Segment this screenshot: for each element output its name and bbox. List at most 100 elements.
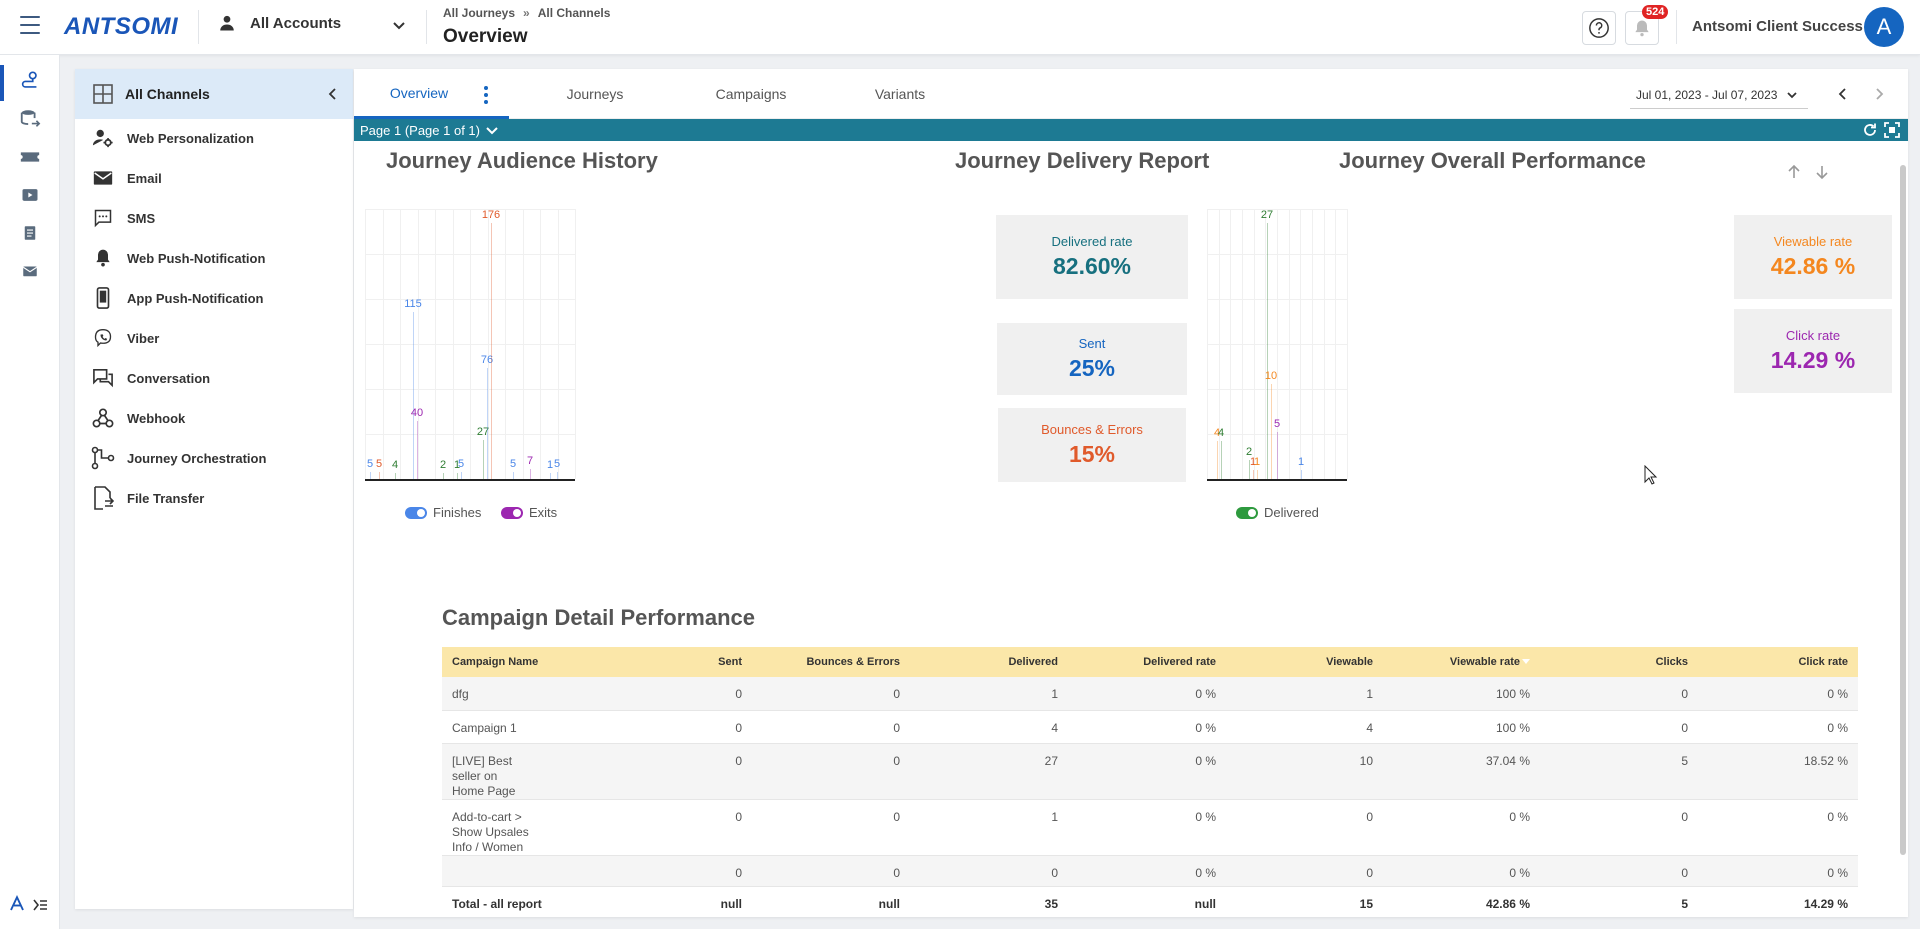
chart-bar[interactable]	[1277, 431, 1278, 479]
user-name[interactable]: Antsomi Client Success	[1692, 18, 1863, 35]
avatar[interactable]: A	[1864, 7, 1904, 47]
fullscreen-icon[interactable]	[1884, 122, 1900, 138]
legend-delivered[interactable]: Delivered	[1236, 505, 1319, 520]
chart-bar[interactable]	[417, 420, 418, 479]
account-selector[interactable]: All Accounts	[218, 14, 341, 32]
chart-bar[interactable]	[1253, 469, 1254, 479]
more-options-icon[interactable]	[484, 86, 488, 104]
legend-exits[interactable]: Exits	[501, 505, 557, 520]
chart-bar[interactable]	[1271, 384, 1272, 479]
page-selector[interactable]: Page 1 (Page 1 of 1)	[360, 123, 498, 138]
grid-line	[365, 389, 575, 390]
tab-campaigns[interactable]: Campaigns	[686, 69, 816, 119]
refresh-icon[interactable]	[1862, 122, 1878, 138]
ticket-icon[interactable]	[18, 145, 42, 169]
next-period-button[interactable]	[1870, 85, 1888, 103]
chart-bar[interactable]	[379, 471, 380, 479]
chart-bar[interactable]	[1301, 469, 1302, 479]
channel-viber[interactable]: Viber	[91, 323, 159, 353]
mail-icon[interactable]	[18, 259, 42, 283]
chart-bar[interactable]	[443, 473, 444, 479]
channel-web-push-notification[interactable]: Web Push-Notification	[91, 243, 265, 273]
date-range-picker[interactable]: Jul 01, 2023 - Jul 07, 2023	[1630, 81, 1808, 109]
chart-bar[interactable]	[1217, 441, 1218, 479]
col-delivered[interactable]: Delivered	[910, 647, 1068, 677]
col-viewable[interactable]: Viewable	[1226, 647, 1383, 677]
collapse-icon[interactable]	[327, 87, 339, 101]
channel-sms[interactable]: SMS	[91, 203, 155, 233]
journey-icon[interactable]	[18, 69, 42, 93]
help-button[interactable]	[1582, 11, 1616, 45]
col-click-rate[interactable]: Click rate	[1698, 647, 1858, 677]
chart-bar[interactable]	[513, 471, 514, 479]
chart-bar[interactable]	[461, 471, 462, 479]
channel-email[interactable]: Email	[91, 163, 162, 193]
tab-journeys[interactable]: Journeys	[540, 69, 650, 119]
breadcrumb-all-channels[interactable]: All Channels	[538, 6, 611, 20]
grid-line	[575, 209, 576, 479]
campaign-table: Campaign Name Sent Bounces & Errors Deli…	[442, 647, 1858, 920]
table-row[interactable]: dfg 0 0 1 0 % 1 100 % 0 0 %	[442, 677, 1858, 710]
col-campaign-name[interactable]: Campaign Name	[442, 647, 652, 677]
breadcrumb-all-journeys[interactable]: All Journeys	[443, 6, 515, 20]
chart-bar[interactable]	[483, 439, 484, 479]
channel-conversation[interactable]: Conversation	[91, 363, 210, 393]
col-sent[interactable]: Sent	[652, 647, 752, 677]
chart-bar[interactable]	[1257, 469, 1258, 479]
legend-label: Delivered	[1264, 505, 1319, 520]
menu-icon[interactable]	[20, 16, 40, 34]
col-bounces-errors[interactable]: Bounces & Errors	[752, 647, 910, 677]
card-label: Bounces & Errors	[1041, 422, 1143, 437]
chart-bar[interactable]	[395, 473, 396, 479]
cell: 4	[1366, 720, 1373, 735]
tab-bar: Overview Journeys Campaigns Variants Jul…	[354, 69, 1908, 119]
chart-bar[interactable]	[370, 471, 371, 479]
tab-variants[interactable]: Variants	[840, 69, 960, 119]
antsomi-icon[interactable]	[8, 895, 26, 916]
chart-bar[interactable]	[550, 473, 551, 479]
channel-journey-orchestration[interactable]: Journey Orchestration	[91, 443, 266, 473]
cell: 0	[893, 809, 900, 824]
toggle-delivered[interactable]	[1236, 506, 1258, 519]
page-title: Overview	[443, 26, 528, 47]
expand-menu-icon[interactable]	[32, 897, 48, 916]
chart-bar[interactable]	[1267, 223, 1268, 479]
document-icon[interactable]	[18, 221, 42, 245]
channel-app-push-notification[interactable]: App Push-Notification	[91, 283, 264, 313]
previous-period-button[interactable]	[1834, 85, 1852, 103]
chart-bar[interactable]	[413, 311, 414, 479]
toggle-exits[interactable]	[501, 506, 523, 519]
grid-line	[365, 434, 575, 435]
table-row[interactable]: [LIVE] Best seller on Home Page 0 0 27 0…	[442, 743, 1858, 799]
col-delivered-rate[interactable]: Delivered rate	[1068, 647, 1226, 677]
media-icon[interactable]	[18, 183, 42, 207]
cell-campaign-name: dfg	[452, 687, 469, 701]
table-row[interactable]: 0 0 0 0 % 0 0 % 0 0 %	[442, 855, 1858, 886]
channel-all-channels[interactable]: All Channels	[75, 69, 353, 119]
channel-web-personalization[interactable]: Web Personalization	[91, 123, 254, 153]
col-viewable-rate[interactable]: Viewable rate	[1383, 647, 1540, 677]
card-value: 14.29 %	[1770, 347, 1856, 373]
arrow-up-icon[interactable]	[1786, 164, 1802, 180]
col-clicks[interactable]: Clicks	[1540, 647, 1698, 677]
chart-bar[interactable]	[487, 368, 488, 479]
cell: 0	[1366, 809, 1373, 824]
chart-bar[interactable]	[491, 223, 492, 479]
chart-bar[interactable]	[530, 468, 531, 479]
table-row[interactable]: Campaign 1 0 0 4 0 % 4 100 % 0 0 %	[442, 710, 1858, 743]
cell: null	[878, 896, 900, 911]
channel-webhook[interactable]: Webhook	[91, 403, 185, 433]
chart-bar[interactable]	[1221, 441, 1222, 479]
table-row[interactable]: Add-to-cart > Show Upsales Info / Women …	[442, 799, 1858, 855]
toggle-finishes[interactable]	[405, 506, 427, 519]
chart-bar[interactable]	[457, 473, 458, 479]
chart-bar[interactable]	[557, 471, 558, 479]
data-label: 5	[457, 457, 465, 470]
arrow-down-icon[interactable]	[1814, 164, 1830, 180]
legend-finishes[interactable]: Finishes	[405, 505, 481, 520]
chevron-down-icon[interactable]	[392, 19, 406, 33]
channel-file-transfer[interactable]: File Transfer	[91, 483, 204, 513]
logo[interactable]: ANTSOMI	[64, 13, 178, 41]
data-icon[interactable]	[18, 107, 42, 131]
scrollbar[interactable]	[1900, 165, 1906, 855]
